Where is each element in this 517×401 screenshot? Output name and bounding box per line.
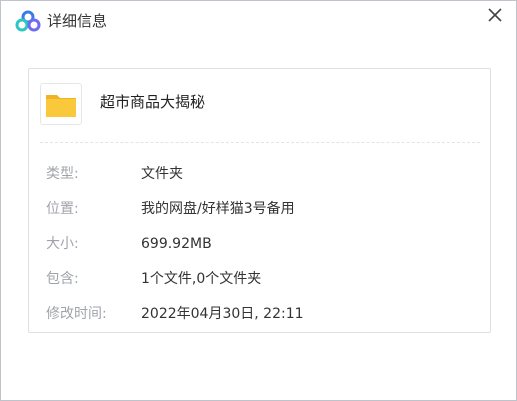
detail-row-location: 位置: 我的网盘/好样猫3号备用 xyxy=(29,198,490,220)
detail-label: 包含: xyxy=(46,271,79,287)
file-name: 超市商品大揭秘 xyxy=(100,93,206,111)
file-info-card: 超市商品大揭秘 类型: 文件夹 位置: 我的网盘/好样猫3号备用 大小: 699… xyxy=(28,68,491,333)
cloud-logo-icon xyxy=(15,10,41,32)
title-bar: 详细信息 xyxy=(1,1,516,43)
detail-value: 我的网盘/好样猫3号备用 xyxy=(141,201,295,217)
detail-row-type: 类型: 文件夹 xyxy=(29,163,490,185)
detail-value: 1个文件,0个文件夹 xyxy=(141,271,262,287)
file-thumbnail xyxy=(40,83,82,125)
detail-value: 文件夹 xyxy=(141,166,183,182)
detail-row-contains: 包含: 1个文件,0个文件夹 xyxy=(29,268,490,290)
detail-row-size: 大小: 699.92MB xyxy=(29,233,490,255)
detail-label: 位置: xyxy=(46,201,79,217)
detail-value: 2022年04月30日, 22:11 xyxy=(141,306,304,322)
detail-value: 699.92MB xyxy=(141,236,212,252)
close-icon[interactable] xyxy=(483,3,507,27)
details-dialog: 详细信息 超市商品大揭秘 类型: 文件夹 位置: 我的网盘/好样猫3号备用 大小… xyxy=(0,0,517,401)
detail-row-modified: 修改时间: 2022年04月30日, 22:11 xyxy=(29,303,490,325)
detail-label: 修改时间: xyxy=(46,306,107,322)
detail-label: 大小: xyxy=(46,236,79,252)
dialog-title: 详细信息 xyxy=(47,12,108,30)
divider xyxy=(40,142,480,143)
detail-label: 类型: xyxy=(46,166,79,182)
